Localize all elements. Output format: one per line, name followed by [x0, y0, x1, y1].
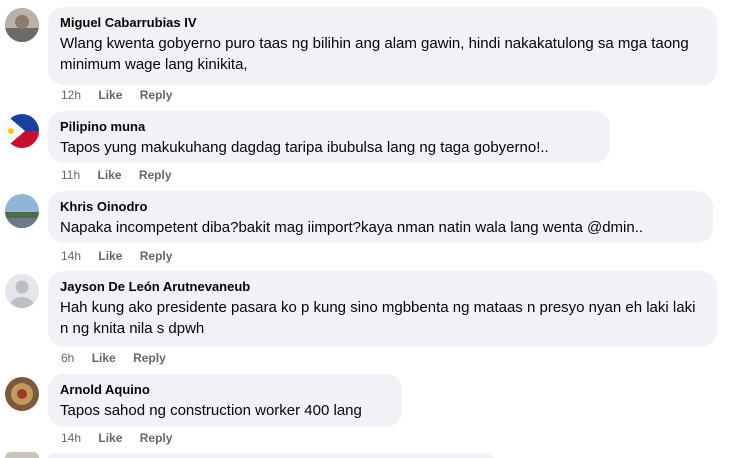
like-button[interactable]: Like	[92, 351, 116, 365]
comment-text: Wlang kwenta gobyerno puro taas ng bilih…	[60, 35, 689, 73]
comment-author[interactable]: Jayson De León Arutnevaneub	[60, 278, 705, 295]
comment-bubble: Arnold Aquino Tapos sahod ng constructio…	[48, 374, 402, 427]
comment-actions: 14h Like Reply	[61, 431, 186, 445]
comment-timestamp[interactable]: 14h	[61, 249, 81, 263]
comment-text: Tapos yung makukuhang dagdag taripa ibub…	[60, 139, 549, 156]
comment-timestamp[interactable]: 14h	[61, 431, 81, 445]
avatar[interactable]	[5, 452, 39, 458]
comment-text: Hah kung ako presidente pasara ko p kung…	[60, 299, 696, 337]
avatar[interactable]	[5, 274, 39, 308]
avatar[interactable]	[5, 8, 39, 42]
like-button[interactable]: Like	[98, 431, 122, 445]
comment-timestamp[interactable]: 11h	[61, 168, 80, 182]
reply-button[interactable]: Reply	[133, 351, 166, 365]
reply-button[interactable]: Reply	[140, 249, 173, 263]
reply-button[interactable]: Reply	[139, 168, 172, 182]
comment-author[interactable]: Miguel Cabarrubias IV	[60, 14, 705, 31]
avatar[interactable]	[5, 377, 39, 411]
like-button[interactable]: Like	[98, 249, 122, 263]
comment-timestamp[interactable]: 12h	[61, 88, 81, 102]
comment-bubble: Miguel Cabarrubias IV Wlang kwenta gobye…	[48, 7, 717, 85]
comment-actions: 14h Like Reply	[61, 249, 186, 263]
reply-button[interactable]: Reply	[140, 88, 173, 102]
comment-timestamp[interactable]: 6h	[61, 351, 74, 365]
avatar[interactable]	[5, 194, 39, 228]
comment-bubble: Jayson De León Arutnevaneub Hah kung ako…	[48, 271, 717, 347]
comment-author[interactable]: Khris Oinodro	[60, 198, 701, 215]
comment-actions: 12h Like Reply	[61, 88, 186, 102]
comment-bubble	[48, 453, 493, 458]
comment-bubble: Khris Oinodro Napaka incompetent diba?ba…	[48, 191, 713, 243]
comment-text: Tapos sahod ng construction worker 400 l…	[60, 402, 362, 419]
comment-bubble: Pilipino muna Tapos yung makukuhang dagd…	[48, 111, 610, 163]
comment-author[interactable]: Pilipino muna	[60, 118, 598, 135]
like-button[interactable]: Like	[97, 168, 121, 182]
comment-text: Napaka incompetent diba?bakit mag iimpor…	[60, 219, 644, 236]
comment-author[interactable]: Arnold Aquino	[60, 381, 390, 398]
avatar[interactable]	[5, 114, 39, 148]
comment-actions: 11h Like Reply	[61, 168, 186, 182]
comment-actions: 6h Like Reply	[61, 351, 180, 365]
like-button[interactable]: Like	[98, 88, 122, 102]
reply-button[interactable]: Reply	[140, 431, 173, 445]
